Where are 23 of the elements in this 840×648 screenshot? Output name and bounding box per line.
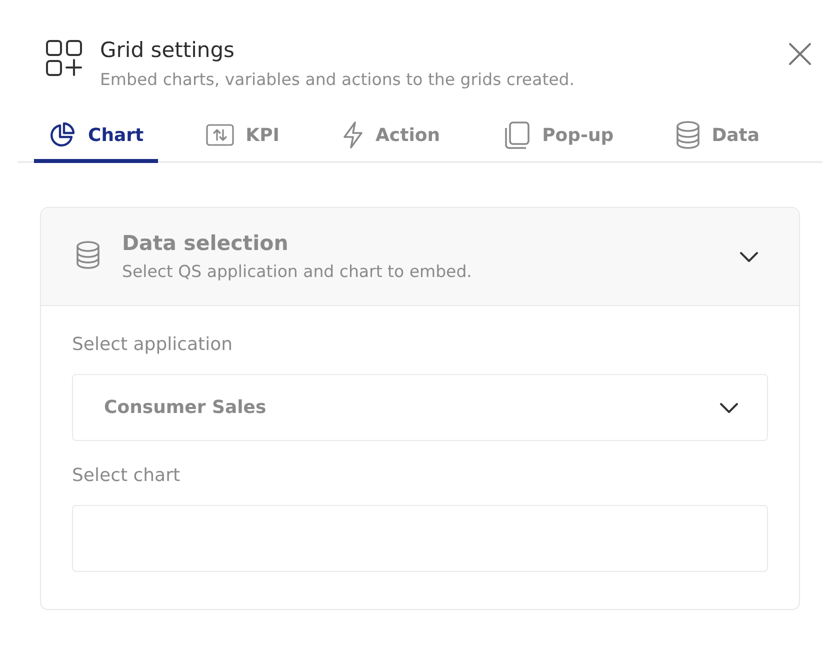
up-down-arrows-icon [206, 121, 234, 149]
tab[interactable]: Action [328, 111, 454, 163]
dialog-title: Grid settings [100, 37, 236, 64]
lightning-bolt-icon [342, 121, 364, 149]
panel-header[interactable]: Data selection Select QS application and chart to embed. [41, 208, 799, 306]
field-label: Select chart [72, 464, 180, 488]
application-dropdown[interactable]: Consumer Sales [72, 374, 768, 441]
panel-subtitle: Select QS application and chart to embed. [122, 261, 473, 283]
stacked-pages-icon [502, 121, 530, 149]
pie-chart-icon [48, 121, 76, 149]
tab[interactable]: Pop-up [488, 111, 628, 163]
field-label: Select application [72, 333, 233, 357]
tab[interactable]: Chart [34, 111, 158, 163]
tab[interactable]: KPI [192, 111, 294, 163]
close-button[interactable] [788, 42, 812, 66]
tab[interactable]: Data [662, 111, 774, 163]
chevron-down-icon [719, 402, 739, 414]
grid-add-icon [46, 40, 82, 76]
chevron-down-icon [739, 250, 759, 262]
database-icon [676, 121, 700, 149]
database-icon [76, 240, 100, 268]
dialog-subtitle: Embed charts, variables and actions to the grids created. [100, 69, 576, 91]
panel-title: Data selection [122, 230, 290, 257]
